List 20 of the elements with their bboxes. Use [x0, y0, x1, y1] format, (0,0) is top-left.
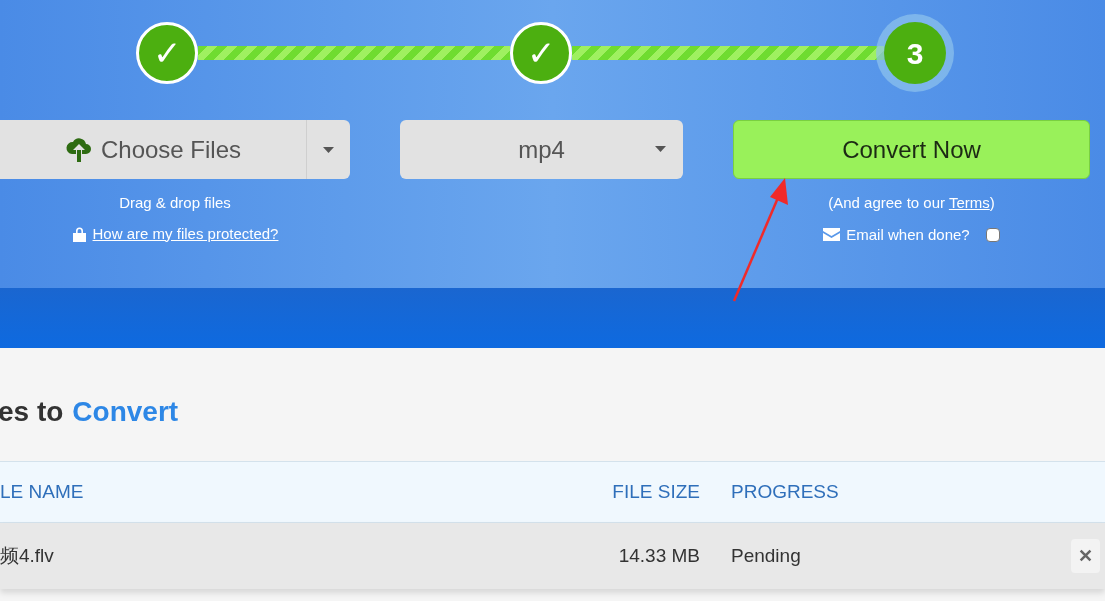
column-header: LE NAME [0, 479, 85, 504]
section-heading-highlight: Convert [72, 395, 179, 429]
format-select[interactable]: mp4 [400, 120, 683, 179]
lock-icon [71, 225, 87, 242]
files-protected-link[interactable]: How are my files protected? [92, 222, 279, 245]
envelope-icon [823, 228, 841, 242]
remove-button[interactable]: ✕ [1071, 539, 1100, 573]
column-header: PROGRESS [730, 479, 840, 504]
cloud-upload-icon [64, 136, 93, 163]
convert-now-button[interactable]: Convert Now [733, 120, 1090, 179]
caret-icon [323, 146, 334, 153]
terms-agreement: (And agree to our Terms) [828, 193, 995, 213]
file-size: 14.33 MB [617, 543, 700, 568]
email-checkbox[interactable] [985, 227, 1000, 242]
column-header: FILE SIZE [611, 479, 700, 504]
file-name: 频4.flv [0, 543, 55, 568]
caret-icon [655, 146, 666, 152]
email-when-done-label: Email when done? [846, 224, 970, 245]
drag-drop-hint: Drag & drop files [119, 193, 231, 213]
terms-link[interactable]: Terms [948, 194, 990, 211]
